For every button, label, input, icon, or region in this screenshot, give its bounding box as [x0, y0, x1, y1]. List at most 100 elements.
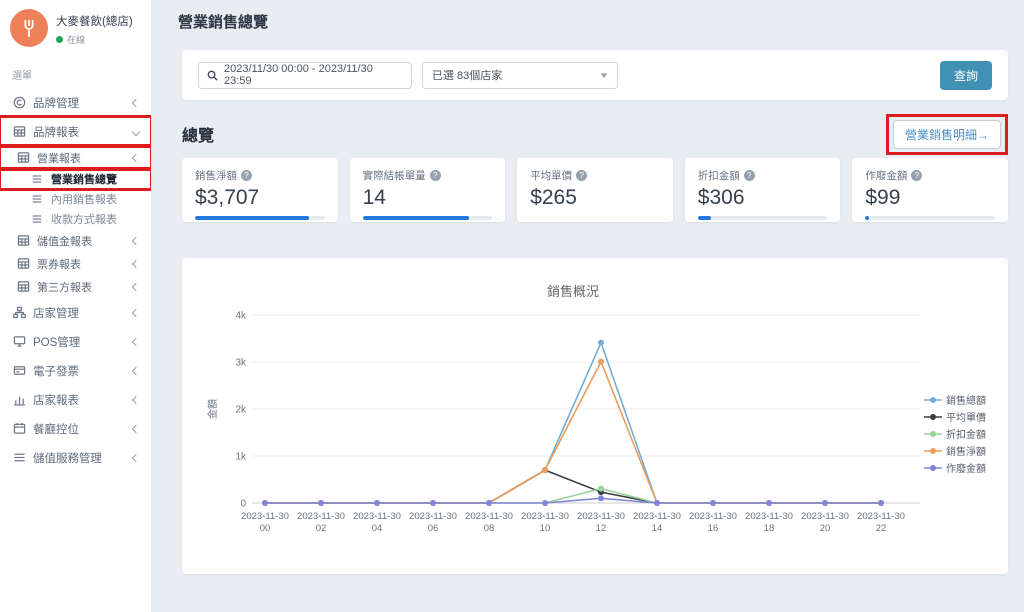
search-icon	[207, 70, 218, 81]
svg-text:2023-11-3022: 2023-11-3022	[857, 511, 905, 534]
barchart-icon	[12, 393, 26, 406]
sidebar-item-營業報表[interactable]: 營業報表	[0, 146, 151, 169]
sidebar-item-label: 第三方報表	[37, 279, 92, 295]
stat-value: $99	[865, 186, 995, 210]
chevron-down-icon: ▼	[598, 71, 609, 80]
sidebar-item-儲值金報表[interactable]: 儲值金報表	[0, 229, 151, 252]
legend-item-銷售淨額[interactable]: 銷售淨額	[924, 443, 986, 458]
stat-card-實際結帳單量: 實際結帳單量?14	[350, 158, 506, 222]
desktop-icon	[12, 335, 26, 348]
store-select[interactable]: 已選 83個店家 ▼	[422, 62, 618, 89]
list-icon	[30, 193, 44, 205]
sidebar-item-營業銷售總覽[interactable]: 營業銷售總覽	[0, 169, 151, 189]
sidebar-item-label: 餐廳控位	[33, 421, 79, 437]
chevron-left-icon	[132, 153, 140, 161]
svg-text:3k: 3k	[235, 358, 247, 369]
help-icon[interactable]: ?	[241, 170, 252, 181]
stat-label: 作廢金額	[865, 168, 907, 183]
invoice-icon	[12, 364, 26, 377]
list-icon	[30, 173, 44, 185]
svg-text:4k: 4k	[235, 311, 247, 322]
svg-text:2k: 2k	[235, 405, 247, 416]
legend-item-平均單價[interactable]: 平均單價	[924, 409, 986, 424]
chevron-left-icon	[132, 98, 140, 106]
stat-value: $265	[530, 186, 660, 210]
sidebar-item-店家報表[interactable]: 店家報表	[0, 385, 151, 414]
svg-text:2023-11-3002: 2023-11-3002	[297, 511, 345, 534]
help-icon[interactable]: ?	[911, 170, 922, 181]
legend-label: 作廢金額	[946, 460, 986, 475]
legend-item-折扣金額[interactable]: 折扣金額	[924, 426, 986, 441]
svg-text:0: 0	[240, 499, 246, 510]
legend-marker-icon	[924, 430, 942, 438]
table-icon	[16, 234, 30, 247]
brand-name: 大麥餐飲(總店)	[56, 13, 133, 29]
sidebar-item-label: 票券報表	[37, 256, 81, 272]
sales-detail-button[interactable]: 營業銷售明細→	[893, 120, 1001, 149]
svg-text:2023-11-3000: 2023-11-3000	[241, 511, 289, 534]
chevron-left-icon	[132, 453, 140, 461]
sidebar-item-label: 店家報表	[33, 392, 79, 408]
sidebar-item-票券報表[interactable]: 票券報表	[0, 252, 151, 275]
filter-bar: 2023/11/30 00:00 - 2023/11/30 23:59 已選 8…	[182, 50, 1008, 100]
sidebar-item-label: 品牌管理	[33, 95, 79, 111]
chevron-left-icon	[132, 395, 140, 403]
copyright-icon	[12, 96, 26, 109]
stat-label: 平均單價	[530, 168, 572, 183]
help-icon[interactable]: ?	[576, 170, 587, 181]
chevron-left-icon	[132, 366, 140, 374]
sidebar-item-收款方式報表[interactable]: 收款方式報表	[0, 209, 151, 229]
stat-card-作廢金額: 作廢金額? $99	[852, 158, 1008, 222]
svg-text:2023-11-3012: 2023-11-3012	[577, 511, 625, 534]
stat-value: $306	[698, 186, 828, 210]
table-icon	[16, 257, 30, 270]
menu-section-label: 選單	[0, 51, 151, 88]
svg-text:金額: 金額	[206, 399, 219, 419]
query-button[interactable]: 查詢	[940, 61, 992, 90]
sitemap-icon	[12, 306, 26, 319]
legend-item-作廢金額[interactable]: 作廢金額	[924, 460, 986, 475]
svg-text:2023-11-3020: 2023-11-3020	[801, 511, 849, 534]
sales-chart-card: 銷售概況金額 0 1k 2k 3k 4k 2023-11-3000 2023-11-3002 2…	[182, 258, 1008, 574]
svg-text:銷售概況: 銷售概況	[547, 284, 599, 299]
legend-marker-icon	[924, 413, 942, 421]
page-title: 營業銷售總覽	[178, 11, 998, 32]
stat-value: $3,707	[195, 186, 325, 210]
online-status-label: 在線	[67, 33, 85, 46]
online-status-dot	[56, 36, 63, 43]
sales-trend-chart: 銷售概況金額 0 1k 2k 3k 4k 2023-11-3000 2023-11-3002 2…	[202, 276, 972, 569]
sidebar-item-儲值服務管理[interactable]: 儲值服務管理	[0, 443, 151, 472]
sidebar-item-POS管理[interactable]: POS管理	[0, 327, 151, 356]
sidebar-item-品牌管理[interactable]: 品牌管理	[0, 88, 151, 117]
sidebar-item-第三方報表[interactable]: 第三方報表	[0, 275, 151, 298]
svg-text:1k: 1k	[235, 452, 247, 463]
table-icon	[12, 125, 26, 138]
help-icon[interactable]: ?	[430, 170, 441, 181]
svg-text:2023-11-3018: 2023-11-3018	[745, 511, 793, 534]
date-range-value: 2023/11/30 00:00 - 2023/11/30 23:59	[224, 63, 403, 87]
date-range-input[interactable]: 2023/11/30 00:00 - 2023/11/30 23:59	[198, 62, 412, 89]
chevron-left-icon	[132, 424, 140, 432]
annotation-box: 營業銷售明細→	[886, 114, 1008, 155]
section-title: 總覽	[182, 122, 214, 146]
sidebar-item-label: 儲值金報表	[37, 233, 92, 249]
legend-marker-icon	[924, 464, 942, 472]
sidebar-item-品牌報表[interactable]: 品牌報表	[0, 117, 151, 146]
svg-text:2023-11-3010: 2023-11-3010	[521, 511, 569, 534]
help-icon[interactable]: ?	[744, 170, 755, 181]
sidebar-item-內用銷售報表[interactable]: 內用銷售報表	[0, 189, 151, 209]
legend-item-銷售總額[interactable]: 銷售總額	[924, 392, 986, 407]
chevron-left-icon	[132, 282, 140, 290]
stat-card-平均單價: 平均單價? $265	[517, 158, 673, 222]
sidebar-item-label: 電子發票	[33, 363, 79, 379]
sidebar-item-label: 品牌報表	[33, 124, 79, 140]
sidebar-item-餐廳控位[interactable]: 餐廳控位	[0, 414, 151, 443]
sidebar-item-店家管理[interactable]: 店家管理	[0, 298, 151, 327]
sidebar-item-電子發票[interactable]: 電子發票	[0, 356, 151, 385]
store-select-value: 已選 83個店家	[432, 67, 502, 83]
stat-progress-bar	[698, 216, 828, 220]
table-icon	[16, 151, 30, 164]
legend-label: 折扣金額	[946, 426, 986, 441]
stat-progress-bar	[195, 216, 325, 220]
sidebar-item-label: 營業報表	[37, 150, 81, 166]
